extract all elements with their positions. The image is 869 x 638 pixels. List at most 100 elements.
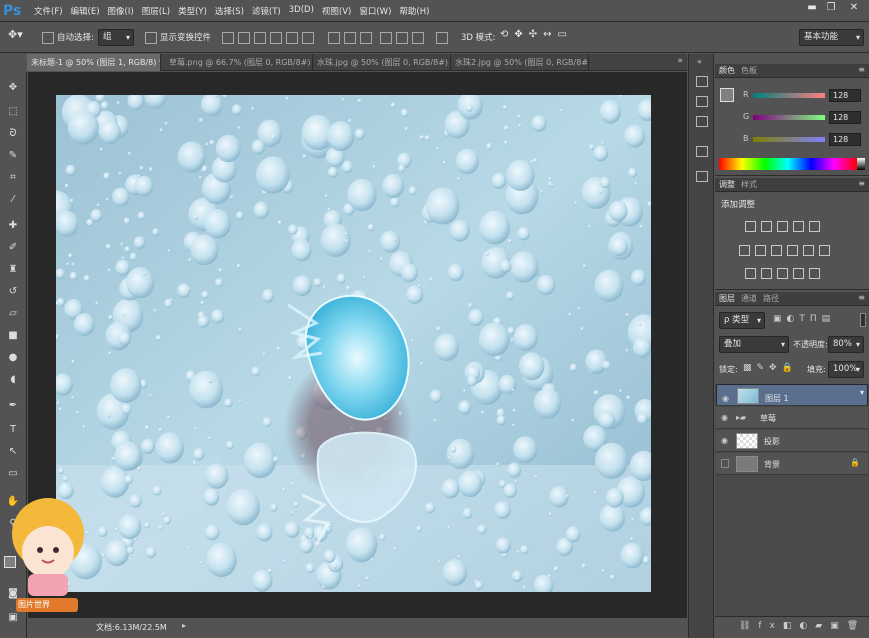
color-lookup-icon[interactable] — [819, 245, 830, 256]
color-spectrum[interactable] — [719, 158, 857, 170]
layer-row[interactable]: 背景 🔒 — [716, 453, 868, 475]
tab-waterdrop[interactable]: 水珠.jpg @ 50% (图层 0, RGB/8#) * — [313, 54, 451, 71]
align-top-icon[interactable] — [222, 32, 234, 44]
menu-item[interactable]: 类型(Y) — [174, 5, 211, 17]
history-panel-icon[interactable] — [696, 76, 708, 87]
3d-mode-icons[interactable]: ⟲✥✣↔▭ — [500, 29, 573, 40]
layer-footer-icons[interactable]: ⛓fx◧◐▰▣🗑 — [739, 621, 866, 631]
menu-item[interactable]: 选择(S) — [211, 5, 248, 17]
fill-field[interactable]: 100% — [828, 361, 864, 378]
panel-menu-icon[interactable]: ≡ — [858, 179, 865, 188]
document-canvas[interactable] — [56, 95, 651, 592]
healing-brush-tool-icon[interactable]: ✚ — [6, 220, 20, 232]
menu-item[interactable]: 滤镜(T) — [248, 5, 285, 17]
collapse-dock-icon[interactable]: « — [697, 57, 702, 66]
distribute-vcenter-icon[interactable] — [344, 32, 356, 44]
layer-filter-icons[interactable]: ▣◐TΠ▤ — [773, 314, 835, 324]
eye-icon[interactable]: ◉ — [721, 413, 728, 422]
layer-row[interactable]: ◉ 图层 1 — [716, 384, 868, 406]
blue-slider[interactable] — [753, 137, 825, 142]
align-bottom-icon[interactable] — [254, 32, 266, 44]
move-tool-icon[interactable]: ✥▾ — [8, 28, 23, 41]
dodge-tool-icon[interactable]: ◖ — [6, 374, 20, 386]
panel-menu-icon[interactable]: ≡ — [858, 65, 865, 74]
gradient-tool-icon[interactable]: ■ — [6, 330, 20, 342]
filter-toggle[interactable] — [860, 313, 866, 327]
tab-adjustments[interactable]: 调整 — [719, 178, 735, 191]
menu-item[interactable]: 3D(D) — [285, 5, 318, 17]
auto-select-checkbox[interactable] — [42, 32, 54, 44]
align-hcenter-icon[interactable] — [286, 32, 298, 44]
character-panel-icon[interactable] — [696, 96, 708, 107]
lock-icons[interactable]: ▩✎✥🔒 — [743, 363, 798, 373]
levels-icon[interactable] — [761, 221, 772, 232]
align-vcenter-icon[interactable] — [238, 32, 250, 44]
visibility-toggle[interactable] — [721, 459, 729, 468]
exposure-icon[interactable] — [793, 221, 804, 232]
lasso-tool-icon[interactable]: ᘐ — [6, 128, 20, 140]
status-menu-arrow-icon[interactable]: ▸ — [182, 621, 186, 630]
marquee-tool-icon[interactable]: ⬚ — [6, 106, 20, 118]
menu-item[interactable]: 窗口(W) — [355, 5, 395, 17]
curves-icon[interactable] — [777, 221, 788, 232]
distribute-left-icon[interactable] — [380, 32, 392, 44]
gradient-map-icon[interactable] — [793, 268, 804, 279]
tabs-overflow-icon[interactable]: » — [677, 56, 683, 66]
distribute-bottom-icon[interactable] — [360, 32, 372, 44]
tab-strawberry[interactable]: 草莓.png @ 66.7% (图层 0, RGB/8#) * — [165, 54, 313, 71]
tool-presets-icon[interactable] — [696, 146, 708, 157]
vibrance-icon[interactable] — [809, 221, 820, 232]
eraser-tool-icon[interactable]: ▱ — [6, 308, 20, 320]
brush-panel-icon[interactable] — [696, 171, 708, 182]
show-transform-checkbox[interactable] — [145, 32, 157, 44]
selective-color-icon[interactable] — [809, 268, 820, 279]
shape-tool-icon[interactable]: ▭ — [6, 468, 20, 480]
auto-align-icon[interactable] — [436, 32, 448, 44]
tab-untitled[interactable]: 未标题-1 @ 50% (图层 1, RGB/8) * — [27, 54, 161, 71]
black-white-icon[interactable] — [771, 245, 782, 256]
menu-item[interactable]: 视图(V) — [318, 5, 355, 17]
blue-value[interactable]: 128 — [829, 133, 861, 146]
tab-paths[interactable]: 路径 — [763, 292, 779, 305]
distribute-top-icon[interactable] — [328, 32, 340, 44]
menu-item[interactable]: 编辑(E) — [67, 5, 104, 17]
channel-mixer-icon[interactable] — [803, 245, 814, 256]
workspace-dropdown[interactable]: 基本功能 — [799, 29, 864, 46]
tab-layers[interactable]: 图层 — [719, 292, 735, 305]
tab-channels[interactable]: 通道 — [741, 292, 757, 305]
eye-icon[interactable]: ◉ — [722, 391, 729, 406]
history-brush-tool-icon[interactable]: ↺ — [6, 286, 20, 298]
layer-row[interactable]: ◉ 投影 — [716, 430, 868, 452]
posterize-icon[interactable] — [761, 268, 772, 279]
align-left-icon[interactable] — [270, 32, 282, 44]
crop-tool-icon[interactable]: ⌗ — [6, 172, 20, 184]
move-tool-icon[interactable]: ✥ — [6, 82, 20, 94]
red-value[interactable]: 128 — [829, 89, 861, 102]
red-slider[interactable] — [753, 93, 825, 98]
green-value[interactable]: 128 — [829, 111, 861, 124]
menu-item[interactable]: 文件(F) — [30, 5, 67, 17]
pen-tool-icon[interactable]: ✒ — [6, 400, 20, 412]
menu-item[interactable]: 图像(I) — [104, 5, 138, 17]
eyedropper-tool-icon[interactable]: ⁄ — [6, 194, 20, 206]
opacity-field[interactable]: 80% — [828, 336, 864, 353]
blur-tool-icon[interactable]: ● — [6, 352, 20, 364]
paragraph-panel-icon[interactable] — [696, 116, 708, 127]
panel-menu-icon[interactable]: ≡ — [858, 293, 865, 302]
eye-icon[interactable]: ◉ — [721, 436, 728, 445]
black-white-ramp[interactable] — [857, 158, 865, 170]
tab-waterdrop2[interactable]: 水珠2.jpg @ 50% (图层 0, RGB/8#) * — [451, 54, 589, 71]
type-tool-icon[interactable]: T — [6, 424, 20, 436]
layer-row[interactable]: ◉ ▸▰ 草莓 — [716, 407, 868, 429]
restore-button[interactable]: ❐ — [822, 1, 840, 15]
align-right-icon[interactable] — [302, 32, 314, 44]
auto-select-dropdown[interactable]: 组 — [98, 29, 134, 46]
green-slider[interactable] — [753, 115, 825, 120]
group-folder-icon[interactable]: ▸▰ — [736, 413, 746, 422]
distribute-hcenter-icon[interactable] — [396, 32, 408, 44]
brightness-icon[interactable] — [745, 221, 756, 232]
clone-stamp-tool-icon[interactable]: ♜ — [6, 264, 20, 276]
brush-tool-icon[interactable]: ✐ — [6, 242, 20, 254]
blend-mode-dropdown[interactable]: 叠加 — [719, 336, 789, 353]
layer-filter-dropdown[interactable]: ρ 类型 — [719, 312, 765, 329]
